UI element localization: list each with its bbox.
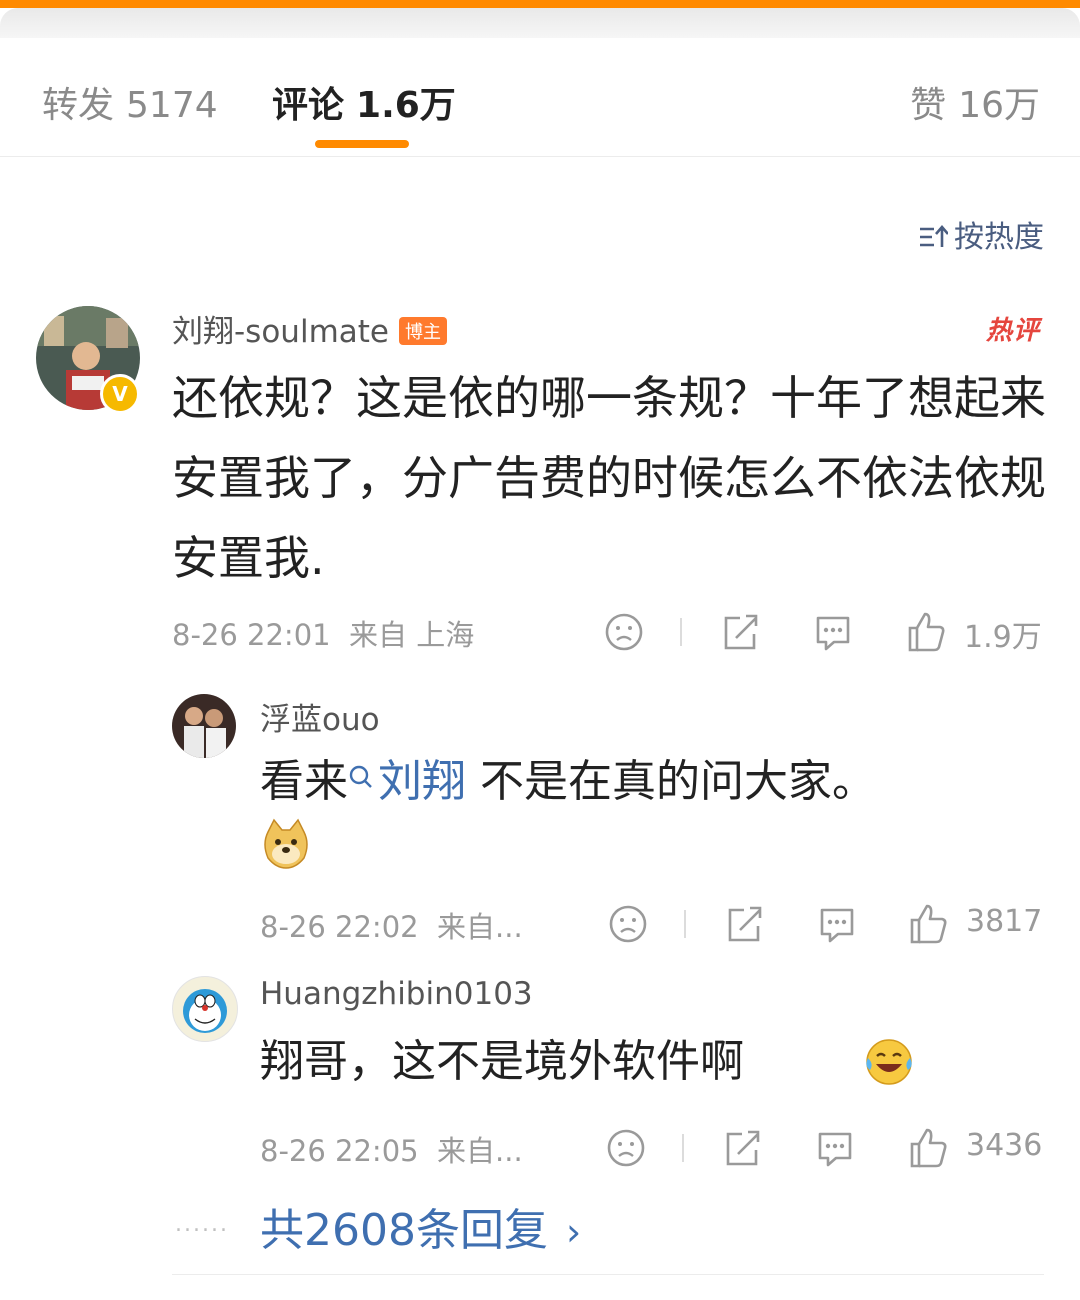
chevron-right-icon: ›	[565, 1210, 582, 1254]
sheet-header	[0, 8, 1080, 38]
mention-search-icon	[349, 765, 372, 788]
comment-meta: 8-26 22:01 来自 上海	[172, 612, 474, 654]
sort-label: 按热度	[954, 220, 1044, 255]
sort-button[interactable]: 按热度	[918, 212, 1044, 256]
mention-link[interactable]: 刘翔	[348, 756, 466, 807]
tab-comments[interactable]: 评论 1.6万	[272, 76, 456, 128]
reply-meta: 8-26 22:02 来自...	[260, 904, 523, 946]
like-count: 3436	[966, 1128, 1043, 1163]
view-all-replies-label: 共2608条回复	[260, 1205, 548, 1256]
more-dots: ......	[175, 1212, 229, 1237]
dislike-icon[interactable]	[608, 902, 648, 946]
share-icon[interactable]	[724, 902, 764, 946]
comment-location: 来自 上海	[349, 618, 475, 652]
reply-avatar-photo	[172, 694, 236, 758]
reply-time: 8-26 22:05	[260, 1134, 419, 1168]
like-icon[interactable]	[908, 1126, 948, 1170]
reply-icon[interactable]	[814, 1126, 856, 1170]
comment-actions: 1.9万	[604, 610, 1044, 655]
reply-avatar[interactable]	[172, 976, 238, 1042]
comment-text: 还依规？这是依的哪一条规？十年了想起来安置我了，分广告费的时候怎么不依法依规安置…	[172, 371, 1046, 585]
tab-repost-count: 5174	[126, 85, 218, 126]
tab-comments-label: 评论	[272, 85, 345, 126]
tab-comments-count: 1.6万	[356, 85, 456, 126]
dislike-icon[interactable]	[606, 1126, 646, 1170]
reply-icon[interactable]	[816, 902, 858, 946]
action-divider	[684, 910, 686, 938]
dislike-icon[interactable]	[604, 610, 644, 654]
reply-text-content: 翔哥，这不是境外软件啊	[260, 1036, 744, 1087]
action-divider	[680, 618, 682, 646]
doraemon-avatar-icon	[183, 989, 227, 1033]
view-all-replies-link[interactable]: 共2608条回复 ›	[260, 1194, 581, 1258]
share-icon[interactable]	[722, 1126, 762, 1170]
tab-repost-label: 转发	[42, 85, 115, 126]
hot-comment-tag: 热评	[985, 316, 1040, 346]
doge-emoji-icon	[264, 818, 308, 869]
host-badge: 博主	[399, 317, 447, 345]
reply-location: 来自...	[437, 910, 523, 944]
action-divider	[682, 1134, 684, 1162]
share-icon[interactable]	[720, 610, 760, 654]
comment-username[interactable]: 刘翔-soulmate 博主	[172, 306, 447, 351]
reply-text: 看来 刘翔 不是在真的问大家。	[260, 750, 1060, 814]
mention-name: 刘翔	[378, 756, 466, 807]
like-count: 1.9万	[964, 620, 1042, 655]
tab-likes-label: 赞	[910, 85, 947, 126]
reply-actions: 3436	[606, 1126, 1044, 1170]
like-icon[interactable]	[906, 610, 946, 654]
active-tab-indicator	[315, 140, 409, 148]
laugh-cry-emoji-icon	[866, 1039, 912, 1085]
reply-text-after: 不是在真的问大家。	[466, 756, 876, 807]
reply-time: 8-26 22:02	[260, 910, 419, 944]
sort-icon	[920, 225, 949, 247]
reply-username[interactable]: Huangzhibin0103	[260, 976, 533, 1012]
reply-avatar[interactable]	[172, 694, 236, 758]
divider	[172, 1274, 1044, 1275]
reply-username[interactable]: 浮蓝ouo	[260, 694, 380, 739]
tab-bar: 转发 5174 评论 1.6万 赞 16万	[0, 38, 1080, 157]
like-count: 3817	[966, 904, 1043, 939]
tab-likes-count: 16万	[958, 85, 1040, 126]
tab-likes[interactable]: 赞 16万	[910, 76, 1040, 128]
reply-text-before: 看来	[260, 756, 348, 807]
like-icon[interactable]	[908, 902, 948, 946]
tab-repost[interactable]: 转发 5174	[42, 76, 218, 128]
reply-meta: 8-26 22:05 来自...	[260, 1128, 523, 1170]
reply-location: 来自...	[437, 1134, 523, 1168]
comment-time: 8-26 22:01	[172, 618, 331, 652]
comment-username-text: 刘翔-soulmate	[172, 314, 389, 350]
reply-icon[interactable]	[812, 610, 854, 654]
verified-badge-icon: V	[100, 374, 140, 414]
reply-actions: 3817	[608, 902, 1044, 946]
reply-text: 翔哥，这不是境外软件啊	[260, 1030, 1060, 1094]
top-accent-bar	[0, 0, 1080, 8]
